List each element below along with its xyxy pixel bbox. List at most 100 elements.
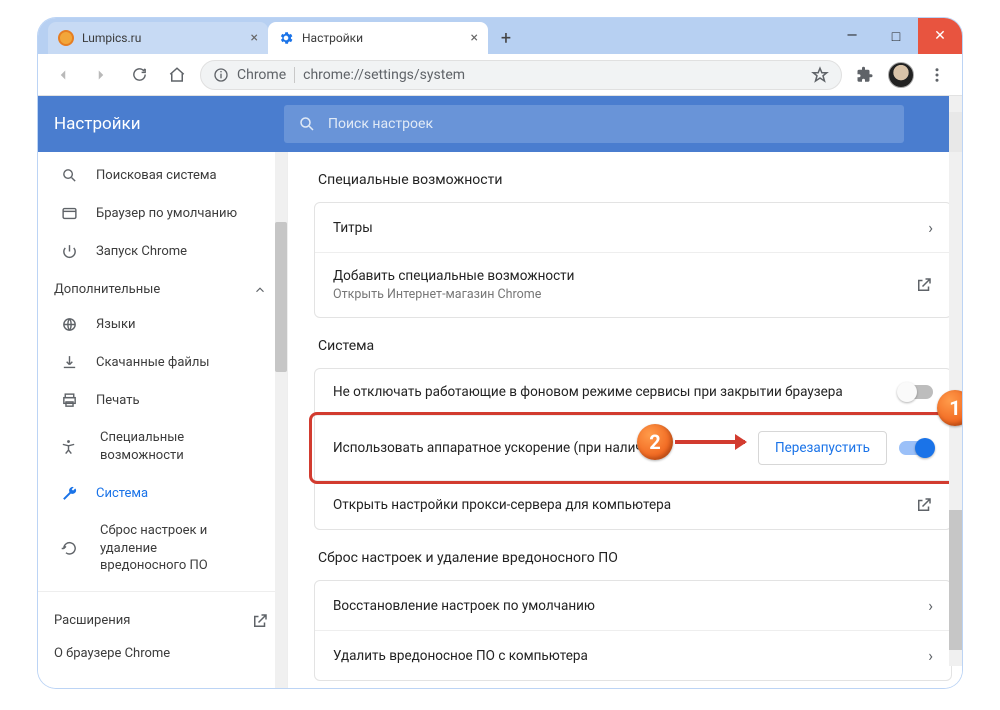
close-tab-icon[interactable]: × [251, 30, 258, 46]
row-label: Открыть настройки прокси-сервера для ком… [333, 497, 671, 513]
row-label: Удалить вредоносное ПО с компьютера [333, 648, 588, 664]
settings-body: Поисковая система Браузер по умолчанию З… [38, 96, 962, 688]
window-close[interactable]: ✕ [918, 18, 962, 54]
tab-settings[interactable]: Настройки × [268, 22, 488, 54]
sidebar-label: Языки [96, 317, 136, 332]
sidebar-scrollbar[interactable] [275, 152, 287, 688]
globe-icon [60, 315, 78, 333]
row-label: Использовать аппаратное ускорение (при н… [333, 440, 663, 456]
card-system: Не отключать работающие в фоновом режиме… [314, 368, 952, 530]
sidebar-item-default-browser[interactable]: Браузер по умолчанию [38, 194, 287, 232]
scrollbar-thumb[interactable] [949, 510, 962, 650]
extensions-icon[interactable] [850, 60, 880, 90]
section-title-accessibility: Специальные возможности [318, 172, 952, 188]
window-minimize[interactable]: — [830, 18, 874, 54]
sidebar-divider [38, 591, 287, 592]
row-proxy-settings[interactable]: Открыть настройки прокси-сервера для ком… [315, 481, 951, 529]
chevron-up-icon [253, 283, 267, 297]
favicon-settings [278, 30, 294, 46]
sidebar-label: Система [96, 486, 148, 501]
section-title-reset: Сброс настроек и удаление вредоносного П… [318, 550, 952, 566]
row-captions[interactable]: Титры › [315, 203, 951, 253]
sidebar-about[interactable]: О браузере Chrome [38, 640, 287, 671]
sidebar-item-search-engine[interactable]: Поисковая система [38, 156, 287, 194]
nav-reload[interactable] [124, 60, 154, 90]
settings-title: Настройки [54, 114, 264, 134]
row-hardware-acceleration[interactable]: Использовать аппаратное ускорение (при н… [315, 416, 951, 481]
sidebar-label: Браузер по умолчанию [96, 206, 237, 221]
row-add-accessibility[interactable]: Добавить специальные возможности Открыть… [315, 253, 951, 317]
tab-title: Lumpics.ru [82, 31, 141, 45]
search-icon [298, 115, 316, 133]
sidebar-item-printing[interactable]: Печать [38, 381, 287, 419]
chevron-right-icon: › [928, 218, 933, 237]
sidebar-item-accessibility[interactable]: Специальные возможности [38, 419, 287, 474]
toggle-hardware-acceleration[interactable] [899, 441, 933, 455]
toolbar: Chrome chrome://settings/system [38, 54, 962, 96]
settings-sidebar: Поисковая система Браузер по умолчанию З… [38, 96, 288, 688]
settings-header: Настройки Поиск настроек [38, 96, 949, 152]
settings-main: Специальные возможности Титры › Добавить… [288, 96, 962, 688]
toggle-background-apps[interactable] [899, 385, 933, 399]
settings-search[interactable]: Поиск настроек [284, 105, 904, 143]
sidebar-label: Расширения [54, 613, 130, 628]
sidebar-item-system[interactable]: Система [38, 474, 287, 512]
print-icon [60, 391, 78, 409]
sidebar-label: Печать [96, 393, 140, 408]
download-icon [60, 353, 78, 371]
external-link-icon [915, 276, 933, 294]
sidebar-label: Поисковая система [96, 168, 217, 183]
nav-home[interactable] [162, 60, 192, 90]
row-restore-defaults[interactable]: Восстановление настроек по умолчанию › [315, 581, 951, 631]
sidebar-item-startup[interactable]: Запуск Chrome [38, 232, 287, 270]
chevron-right-icon: › [928, 646, 933, 665]
search-placeholder: Поиск настроек [328, 116, 433, 132]
sidebar-extensions[interactable]: Расширения [38, 598, 287, 640]
sidebar-advanced-toggle[interactable]: Дополнительные [38, 270, 287, 305]
card-reset: Восстановление настроек по умолчанию › У… [314, 580, 952, 681]
tab-lumpics[interactable]: Lumpics.ru × [48, 22, 268, 54]
annotation-arrow [675, 440, 745, 444]
row-sublabel: Открыть Интернет-магазин Chrome [333, 287, 574, 302]
sidebar-item-languages[interactable]: Языки [38, 305, 287, 343]
row-label: Восстановление настроек по умолчанию [333, 598, 595, 614]
sidebar-label: Запуск Chrome [96, 244, 187, 259]
scrollbar-thumb[interactable] [275, 222, 287, 372]
relaunch-button[interactable]: Перезапустить [758, 431, 887, 465]
external-link-icon [251, 612, 269, 630]
sidebar-label: Сброс настроек и удаление вредоносного П… [96, 522, 246, 575]
window-maximize[interactable]: □ [874, 18, 918, 54]
scrollbar-top-gap [949, 96, 962, 152]
bookmark-star-icon[interactable] [811, 66, 829, 84]
close-tab-icon[interactable]: × [471, 30, 478, 46]
sidebar-label: Скачанные файлы [96, 355, 210, 370]
browser-window: Lumpics.ru × Настройки × + — □ ✕ Chrome … [38, 18, 962, 688]
new-tab-button[interactable]: + [492, 22, 520, 54]
annotation-badge-1: 1 [937, 390, 962, 426]
section-title-system: Система [318, 338, 952, 354]
sidebar-item-downloads[interactable]: Скачанные файлы [38, 343, 287, 381]
nav-back[interactable] [48, 60, 78, 90]
row-background-apps[interactable]: Не отключать работающие в фоновом режиме… [315, 369, 951, 416]
tab-title: Настройки [302, 31, 363, 45]
restore-icon [60, 539, 78, 557]
titlebar: Lumpics.ru × Настройки × + — □ ✕ [38, 18, 962, 54]
search-icon [60, 166, 78, 184]
sidebar-advanced-label: Дополнительные [54, 282, 160, 297]
sidebar-label: Специальные возможности [96, 429, 271, 464]
browser-icon [60, 204, 78, 222]
power-icon [60, 242, 78, 260]
row-cleanup[interactable]: Удалить вредоносное ПО с компьютера › [315, 631, 951, 680]
url-scheme: Chrome [237, 67, 295, 83]
profile-avatar[interactable] [888, 62, 914, 88]
site-info-icon[interactable] [213, 67, 229, 83]
sidebar-item-reset[interactable]: Сброс настроек и удаление вредоносного П… [38, 512, 287, 585]
favicon-lumpics [58, 30, 74, 46]
menu-kebab[interactable] [922, 60, 952, 90]
row-label: Добавить специальные возможности Открыть… [333, 268, 574, 302]
chevron-right-icon: › [928, 596, 933, 615]
row-label: Не отключать работающие в фоновом режиме… [333, 384, 843, 400]
row-label: Титры [333, 220, 373, 236]
omnibox[interactable]: Chrome chrome://settings/system [200, 60, 842, 90]
nav-forward[interactable] [86, 60, 116, 90]
